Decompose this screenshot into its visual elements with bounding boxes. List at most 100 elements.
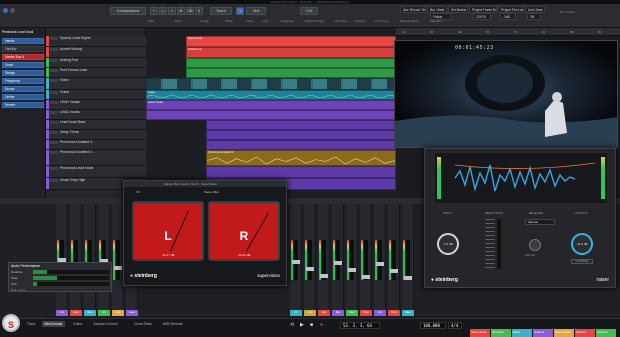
channel-group-label[interactable]: Vocals All [596, 329, 616, 337]
frame-rate-tab[interactable]: Project Frame Rate [469, 6, 497, 13]
record-icon[interactable]: ● [320, 322, 323, 328]
activate-project-icon[interactable] [3, 8, 8, 13]
pan-law-value[interactable]: -3dB [500, 13, 516, 20]
supervision-plugin-window[interactable]: Master Bus Inserts: Slot 8 - SuperVision… [123, 180, 287, 286]
mixer-channel-strip[interactable]: Chop [360, 198, 372, 316]
mixer-channel-strip[interactable]: Vox [374, 198, 386, 316]
clip-prechorus-lead[interactable] [206, 166, 396, 178]
inspector-item[interactable]: Visibility [2, 46, 44, 52]
fader-cap[interactable] [362, 275, 370, 279]
mixer-channel-strip[interactable]: FX [290, 198, 302, 316]
track-header[interactable]: Video [46, 78, 146, 90]
track-header[interactable]: LEAD Vocals [46, 100, 146, 110]
inspector-item[interactable]: Master Bus A [2, 54, 44, 60]
inspector-item[interactable]: Limiter [2, 94, 44, 100]
track-header[interactable]: Arating Pad [46, 58, 146, 68]
clip-prechorus-doubled-1[interactable] [206, 140, 396, 150]
raiser-release-mode-select[interactable]: Manual [525, 219, 555, 225]
channel-fader[interactable] [336, 240, 340, 280]
channel-fader[interactable] [378, 240, 382, 280]
pan-law-tab[interactable]: Project Pan Law [498, 6, 524, 13]
algorithm-value[interactable]: Follow [430, 13, 452, 20]
track-mute-solo-buttons[interactable] [50, 151, 58, 154]
channel-group-label[interactable]: All Drums [575, 329, 595, 337]
constrain-delay-icon[interactable] [10, 8, 15, 13]
inspector-item[interactable]: Drums [2, 86, 44, 92]
stop-icon[interactable]: ■ [310, 322, 313, 328]
zoom-tool-icon[interactable]: ⚲ [195, 7, 203, 15]
split-tool-icon[interactable]: ✂ [168, 7, 176, 15]
inspector-item[interactable]: Strings [2, 70, 44, 76]
frame-rate-value[interactable]: 23.976 [473, 13, 491, 20]
track-header[interactable]: Prechorus Doubled V... [46, 150, 146, 166]
clip-lead-vocals-2[interactable] [146, 110, 396, 120]
channel-group-label[interactable]: Harmonies [491, 329, 511, 337]
track-mute-solo-buttons[interactable] [50, 91, 58, 94]
fader-cap[interactable] [334, 261, 342, 265]
channel-fader[interactable] [364, 240, 368, 280]
track-header[interactable]: Lead Vocal Bass [46, 120, 146, 130]
track-header[interactable]: Spacey Lead Higher [46, 36, 146, 47]
clip-spacey-pad[interactable]: Spacey Pad [186, 36, 396, 47]
arrow-tool-icon[interactable]: ↖ [150, 7, 158, 15]
fader-cap[interactable] [390, 269, 398, 273]
transport-position-display[interactable]: 53. 3. 3. 64 [340, 322, 380, 329]
raiser-plugin-window[interactable]: INPUT REDUCTION RELEASE OUTPUT -6.2 dB M… [424, 148, 616, 288]
track-mute-solo-buttons[interactable] [50, 59, 58, 62]
transport-signature-display[interactable]: 4/4 [448, 322, 462, 329]
inspector-item[interactable]: Vocal [2, 62, 44, 68]
inspector-item[interactable]: Frequency [2, 78, 44, 84]
track-header[interactable]: Accent Melody [46, 47, 146, 58]
fader-cap[interactable] [306, 267, 314, 271]
track-mute-solo-buttons[interactable] [50, 179, 58, 182]
channel-fader[interactable] [392, 240, 396, 280]
track-header[interactable]: Prechorus Doubled V... [46, 140, 146, 150]
clip-delay-throw[interactable] [206, 130, 396, 140]
lower-zone-tab[interactable]: MIDI Remote [160, 321, 186, 327]
lower-zone-tab[interactable]: Sampler Control [90, 321, 121, 327]
track-mute-solo-buttons[interactable] [50, 48, 58, 51]
snap-toggle-icon[interactable]: ⇥ [236, 7, 244, 15]
channel-fader[interactable] [406, 240, 410, 280]
project-window-events[interactable]: Spacey Pad Padchor Ch Guitar LEAD Vocals… [146, 28, 396, 198]
clip-guitar[interactable]: Guitar [146, 90, 396, 100]
channel-fader[interactable] [350, 240, 354, 280]
lower-zone-tab[interactable]: Editor [71, 321, 86, 327]
play-icon[interactable]: ▶ [300, 322, 304, 328]
grid-type-select[interactable]: Grid [246, 7, 266, 15]
channel-fader[interactable] [116, 240, 120, 280]
mixer-channel-strip[interactable]: Bass [84, 198, 96, 316]
video-track-thumbnails[interactable] [146, 78, 396, 90]
raiser-compare-button[interactable]: COMPARE [571, 259, 593, 264]
lower-zone-tab[interactable]: MixConsole [41, 321, 66, 327]
auto-save-tab[interactable]: Auto Save [525, 6, 545, 13]
track-header[interactable]: LEAD Vocals [46, 110, 146, 120]
bar-beat-tab[interactable]: Bar / Beat [427, 6, 447, 13]
clip-post-chorus-green[interactable] [186, 68, 396, 78]
inspector-item[interactable]: Reverb [2, 102, 44, 108]
cycle-icon[interactable]: ⟲ [290, 322, 294, 328]
channel-fader[interactable] [308, 240, 312, 280]
channel-group-label[interactable]: Drums Parallel [470, 329, 490, 337]
mixer-channel-strip[interactable]: Verb [304, 198, 316, 316]
fader-cap[interactable] [114, 266, 122, 270]
track-header[interactable]: Prechorus Lead Vocal [46, 166, 146, 178]
lower-zone-tab[interactable]: Chord Pads [131, 321, 155, 327]
transport-tempo-display[interactable]: 108.000 [420, 322, 446, 329]
range-tool-icon[interactable]: ▭ [159, 7, 167, 15]
quantize-select[interactable]: 1/16 [300, 7, 318, 15]
fader-cap[interactable] [376, 262, 384, 266]
track-mute-solo-buttons[interactable] [50, 111, 58, 114]
channel-group-label[interactable]: Drums Parallel [554, 329, 574, 337]
clip-prechorus-doubled-2[interactable]: Prechorus Doubled Vo [206, 150, 396, 166]
clip-lead-vocals-1[interactable]: LEAD Vocals [146, 100, 396, 110]
inspector-item[interactable]: Inserts [2, 38, 44, 44]
channel-group-label[interactable]: Master [512, 329, 532, 337]
set-marker-tab[interactable]: Set Marker [448, 6, 468, 13]
channel-group-label[interactable]: Vocals A1 [533, 329, 553, 337]
track-mute-solo-buttons[interactable] [50, 121, 58, 124]
track-mute-solo-buttons[interactable] [50, 69, 58, 72]
mixer-channel-strip[interactable]: Gtr [98, 198, 110, 316]
clip-lead-vocal-bass[interactable] [206, 120, 396, 130]
mixer-channel-strip[interactable]: Drum [70, 198, 82, 316]
